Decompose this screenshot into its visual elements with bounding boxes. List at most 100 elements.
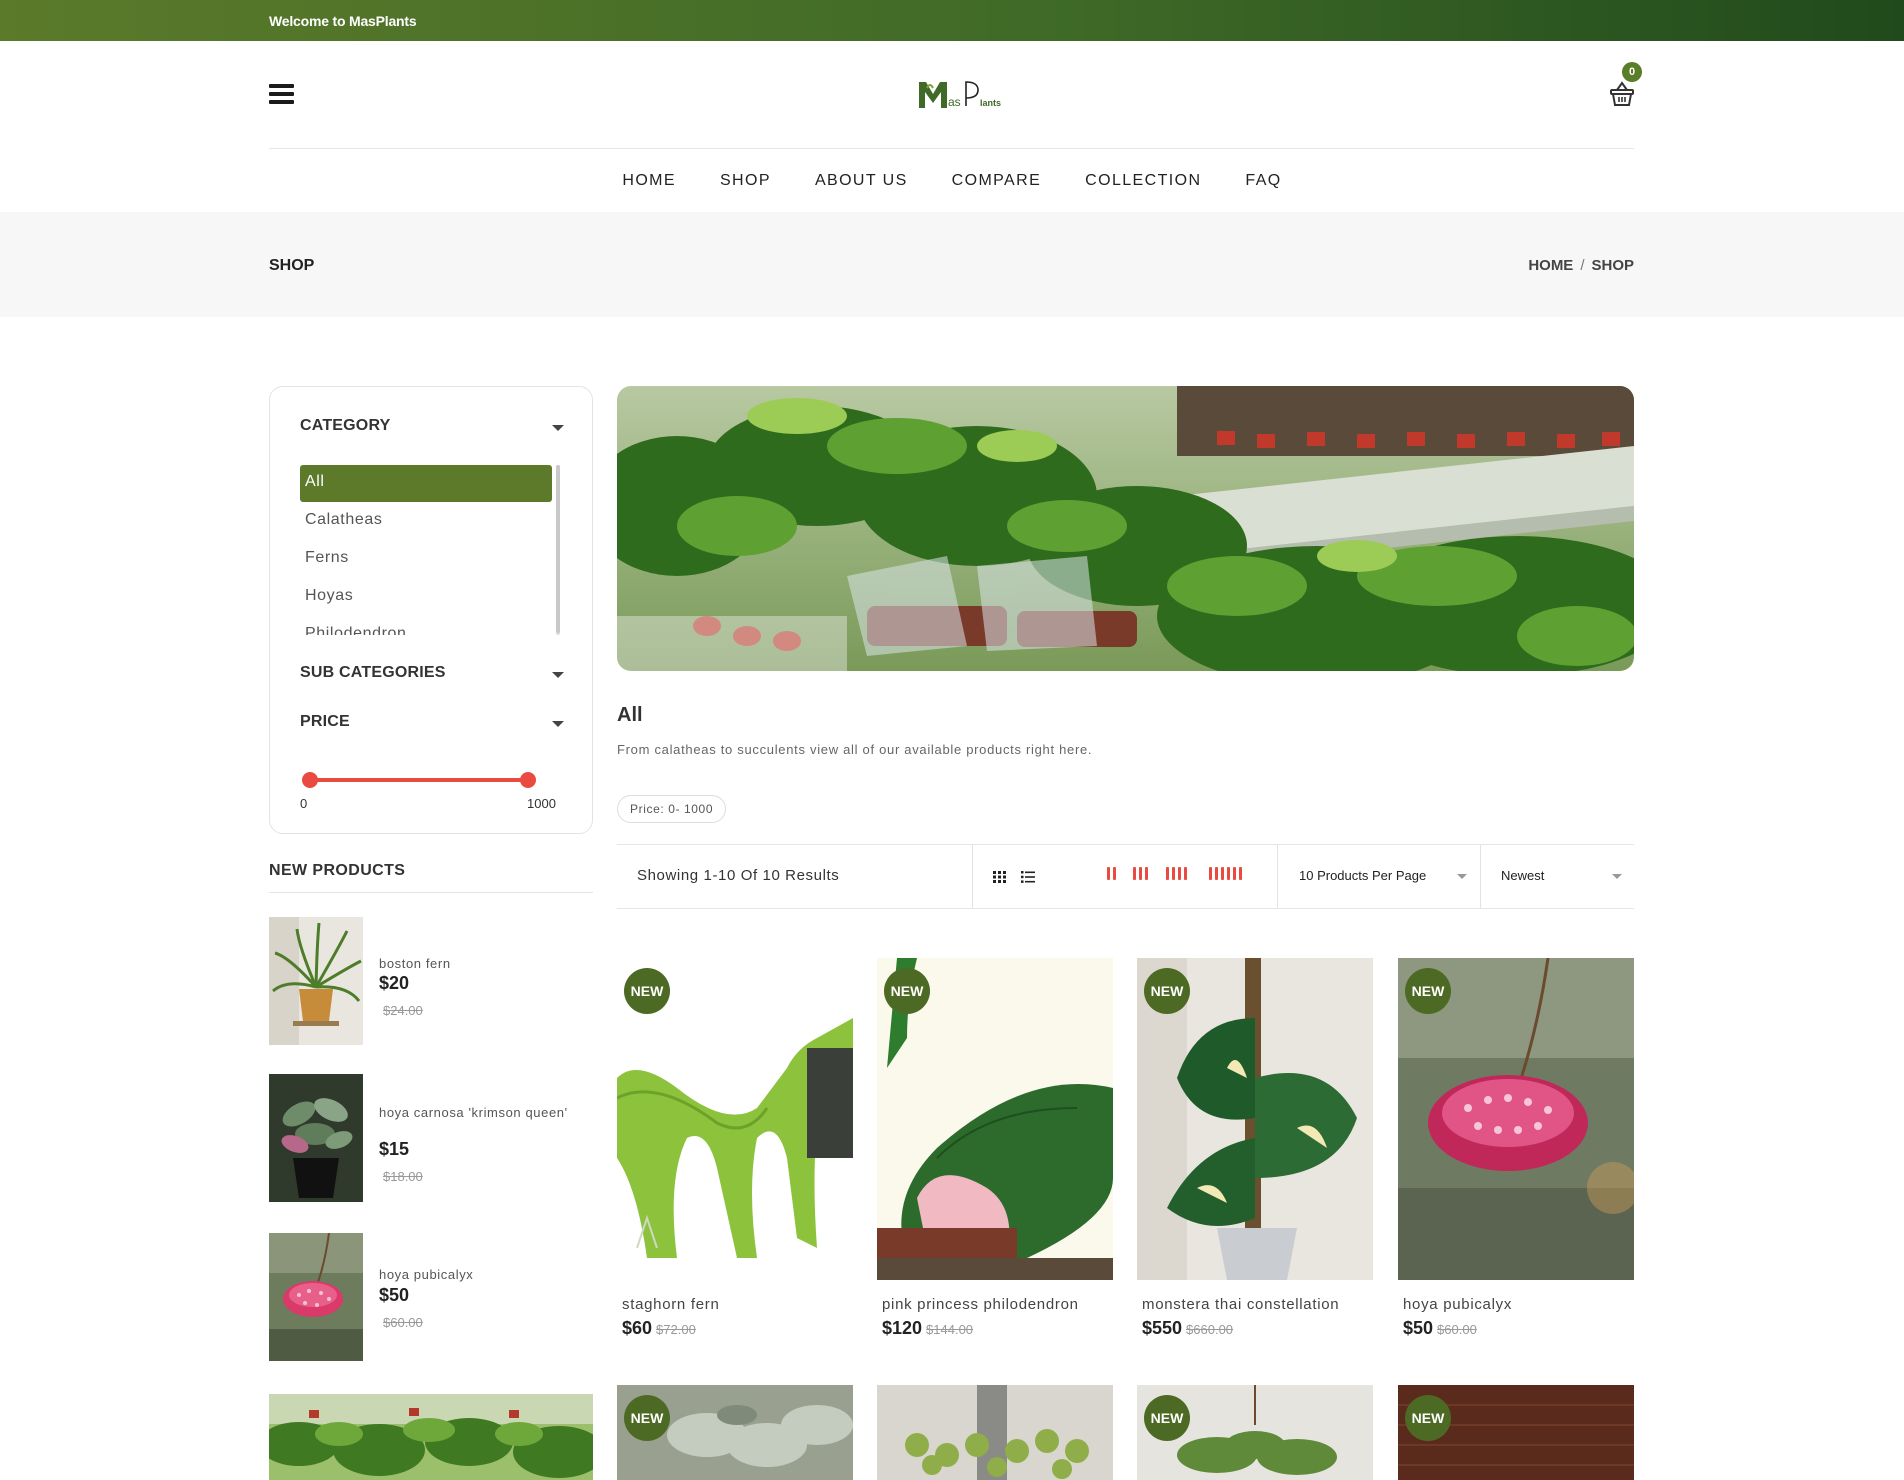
product-image[interactable] [877,1385,1113,1480]
price-range-max-label: 1000 [527,796,556,811]
product-thumbnail[interactable] [269,1074,363,1202]
product-price-row: $50 $60.00 [1403,1318,1477,1339]
category-scrollbar-thumb[interactable] [556,465,560,633]
product-name[interactable]: hoya pubicalyx [379,1266,579,1283]
caret-down-icon[interactable] [552,721,564,727]
category-item-calatheas[interactable]: Calatheas [300,503,552,540]
product-price-row: $120 $144.00 [882,1318,973,1339]
toolbar-divider [1277,845,1278,908]
header-divider [269,148,1634,149]
chevron-down-icon [1612,874,1622,879]
top-announcement-bar: Welcome to MasPlants [0,0,1904,41]
product-price: $50 [379,1285,410,1305]
sort-value: Newest [1501,868,1545,883]
product-price-row: $60 $72.00 [622,1318,696,1339]
breadcrumb-separator: / [1580,257,1585,274]
caret-down-icon[interactable] [552,672,564,678]
breadcrumb-current: SHOP [1591,257,1634,274]
svg-text:lants: lants [980,98,1001,108]
subcategories-filter-title[interactable]: SUB CATEGORIES [300,664,446,682]
breadcrumb-home-link[interactable]: HOME [1528,257,1573,274]
nav-about-us[interactable]: ABOUT US [815,172,908,190]
menu-hamburger-icon[interactable] [269,84,294,104]
category-heading: All [617,704,643,726]
nav-collection[interactable]: COLLECTION [1085,172,1201,190]
product-thumbnail[interactable] [269,1233,363,1361]
price-range-track[interactable] [310,778,528,782]
new-badge: NEW [1405,968,1451,1014]
six-column-layout-icon[interactable] [1209,867,1245,881]
four-column-layout-icon[interactable] [1166,867,1190,881]
new-product-item[interactable]: hoya pubicalyx $50 $60.00 [269,1233,593,1361]
new-products-title: NEW PRODUCTS [269,862,406,879]
category-description: From calatheas to succulents view all of… [617,742,1093,757]
new-badge: NEW [624,1395,670,1441]
product-name[interactable]: hoya carnosa 'krimson queen' [379,1104,579,1121]
sidebar-promo-banner[interactable] [269,1394,593,1480]
toolbar-divider [972,845,973,908]
product-price-row: $550 $660.00 [1142,1318,1233,1339]
new-badge: NEW [1144,968,1190,1014]
new-product-item[interactable]: hoya carnosa 'krimson queen' $15 $18.00 [269,1074,593,1202]
product-name[interactable]: pink princess philodendron [882,1296,1079,1313]
per-page-select[interactable]: 10 Products Per Page [1279,845,1479,908]
svg-text:as: as [948,95,961,109]
product-old-price: $60.00 [1437,1322,1477,1337]
category-item-philodendron[interactable]: Philodendron [300,617,552,635]
filter-panel: CATEGORY All Calatheas Ferns Hoyas Philo… [269,386,593,834]
product-price: $15 [379,1139,410,1159]
price-filter-title[interactable]: PRICE [300,713,350,731]
price-range-min-label: 0 [300,796,308,811]
new-product-item[interactable]: boston fern $20 $24.00 [269,917,593,1045]
product-name[interactable]: staghorn fern [622,1296,720,1313]
price-range-max-handle[interactable] [520,772,536,788]
cart-count-badge: 0 [1622,62,1642,82]
page-title: SHOP [269,257,315,274]
price-range-min-handle[interactable] [302,772,318,788]
nav-compare[interactable]: COMPARE [952,172,1042,190]
new-badge: NEW [624,968,670,1014]
category-filter-title[interactable]: CATEGORY [300,417,391,435]
product-price: $120 [882,1318,923,1338]
category-item-hoyas[interactable]: Hoyas [300,579,552,616]
chevron-down-icon [1457,874,1467,879]
product-price: $550 [1142,1318,1183,1338]
product-price: $50 [1403,1318,1434,1338]
product-old-price: $72.00 [656,1322,696,1337]
product-name[interactable]: hoya pubicalyx [1403,1296,1512,1313]
category-hero-banner [617,386,1634,671]
sort-select[interactable]: Newest [1481,845,1634,908]
two-column-layout-icon[interactable] [1107,867,1119,881]
new-products-divider [269,892,593,893]
product-price: $20 [379,973,410,993]
product-old-price: $24.00 [383,1003,423,1018]
product-old-price: $60.00 [383,1315,423,1330]
product-thumbnail[interactable] [269,917,363,1045]
caret-down-icon[interactable] [552,425,564,431]
category-list: All Calatheas Ferns Hoyas Philodendron [300,465,552,635]
product-name[interactable]: boston fern [379,955,579,972]
list-view-icon[interactable] [1021,870,1035,888]
grid-view-icon[interactable] [993,870,1007,888]
new-badge: NEW [1405,1395,1451,1441]
product-price: $60 [622,1318,653,1338]
cart-basket-icon[interactable] [1608,80,1636,108]
product-old-price: $18.00 [383,1169,423,1184]
category-item-all[interactable]: All [300,465,552,502]
product-toolbar: Showing 1-10 Of 10 Results 10 Products P… [617,844,1634,909]
nav-faq[interactable]: FAQ [1245,172,1281,190]
results-count: Showing 1-10 Of 10 Results [637,867,840,884]
category-item-ferns[interactable]: Ferns [300,541,552,578]
welcome-text: Welcome to MasPlants [269,13,417,29]
nav-shop[interactable]: SHOP [720,172,771,190]
active-price-filter-chip[interactable]: Price: 0- 1000 [617,795,727,823]
per-page-value: 10 Products Per Page [1299,868,1427,883]
three-column-layout-icon[interactable] [1133,867,1151,881]
product-name[interactable]: monstera thai constellation [1142,1296,1339,1313]
nav-home[interactable]: HOME [622,172,676,190]
main-navigation: HOME SHOP ABOUT US COMPARE COLLECTION FA… [0,172,1904,190]
masplants-logo[interactable]: as lants [914,76,1014,114]
product-old-price: $660.00 [1186,1322,1234,1337]
breadcrumb: HOME / SHOP [1528,257,1634,274]
product-old-price: $144.00 [926,1322,974,1337]
